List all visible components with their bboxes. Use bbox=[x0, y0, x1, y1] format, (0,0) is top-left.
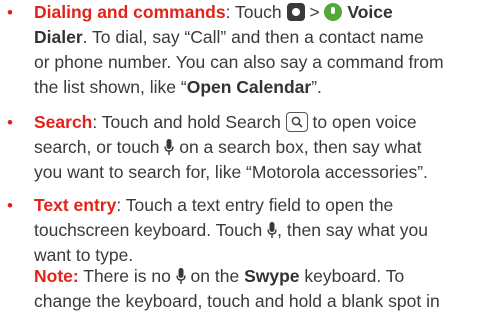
bullet: • bbox=[7, 113, 13, 132]
home-button-icon bbox=[286, 3, 305, 21]
text-span: > bbox=[304, 2, 325, 22]
microphone-icon bbox=[267, 222, 277, 238]
text-line: Dialer. To dial, say “Call” and then a c… bbox=[34, 25, 484, 50]
bullet: • bbox=[7, 196, 13, 215]
text-span: , then say what you bbox=[277, 220, 428, 240]
bold-term: Swype bbox=[244, 266, 300, 286]
bold-term: Open Calendar bbox=[186, 77, 312, 97]
text-line: Dialing and commands: Touch > Voice bbox=[34, 0, 484, 25]
text-span: : Touch a text entry field to open the bbox=[116, 195, 394, 215]
text-span: search, or touch bbox=[34, 137, 165, 157]
text-span: keyboard. To bbox=[299, 266, 405, 286]
text-line: touchscreen keyboard. Touch , then say w… bbox=[34, 218, 484, 243]
text-line: you want to search for, like “Motorola a… bbox=[34, 162, 428, 182]
note-label: Note: bbox=[34, 266, 79, 286]
text-span: on a search box, then say what bbox=[174, 137, 422, 157]
bullet: • bbox=[7, 3, 13, 22]
text-span: . To dial, say “Call” and then a contact… bbox=[82, 27, 424, 47]
bold-term: Voice bbox=[347, 2, 393, 22]
item-title: Text entry bbox=[34, 195, 117, 215]
item-title: Search bbox=[34, 112, 93, 132]
text-span: : Touch and hold Search bbox=[92, 112, 286, 132]
bold-term: Dialer bbox=[34, 27, 83, 47]
text-span: to open voice bbox=[307, 112, 417, 132]
microphone-icon bbox=[164, 139, 175, 155]
text-span: There is no bbox=[78, 266, 176, 286]
text-span: touchscreen keyboard. Touch bbox=[34, 220, 268, 240]
text-line: the list shown, like “Open Calendar”. bbox=[34, 75, 484, 100]
text-line: search, or touch on a search box, then s… bbox=[34, 135, 484, 160]
text-line: Search: Touch and hold Search to open vo… bbox=[34, 110, 484, 135]
item-title: Dialing and commands bbox=[34, 2, 226, 22]
text-line: change the keyboard, touch and hold a bl… bbox=[34, 291, 440, 311]
search-key-icon bbox=[285, 112, 308, 132]
text-line: Note: There is no on the Swype keyboard.… bbox=[34, 264, 484, 289]
text-line: or phone number. You can also say a comm… bbox=[34, 52, 444, 72]
voice-dialer-app-icon bbox=[324, 3, 343, 21]
text-span: : Touch bbox=[225, 2, 287, 22]
microphone-icon bbox=[175, 268, 186, 284]
text-line: Text entry: Touch a text entry field to … bbox=[34, 193, 484, 218]
text-span: ”. bbox=[311, 77, 322, 97]
text-span: on the bbox=[185, 266, 245, 286]
text-span: the list shown, like “ bbox=[34, 77, 187, 97]
instruction-page: • Dialing and commands: Touch > Voice Di… bbox=[0, 0, 487, 314]
